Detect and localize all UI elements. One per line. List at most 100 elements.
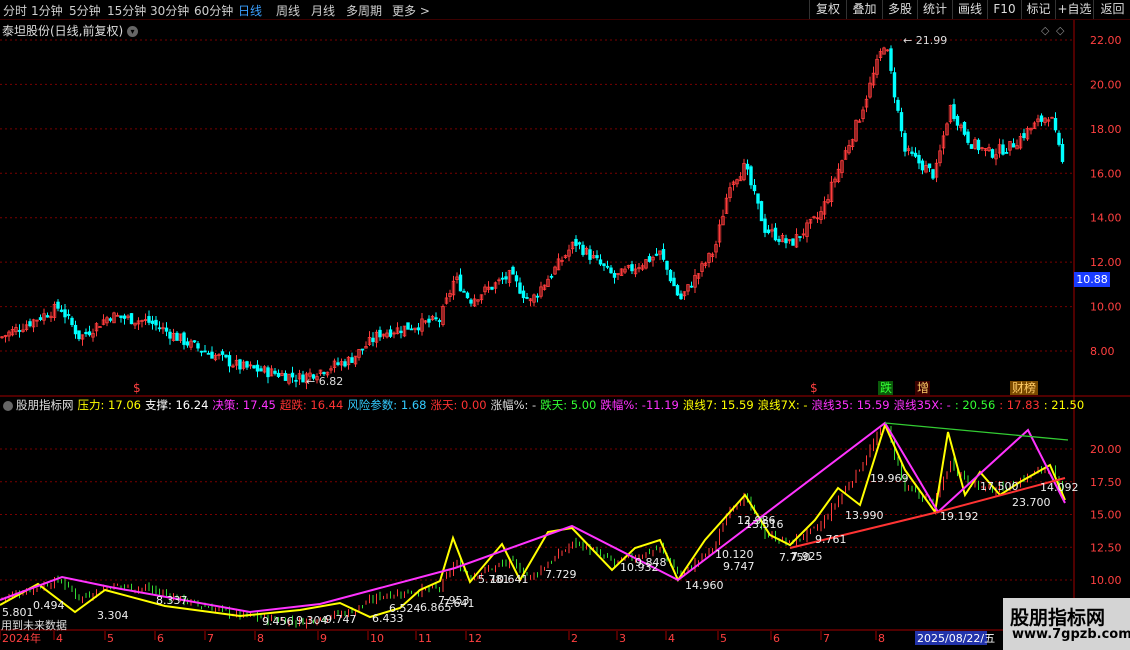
indicator-label-4: 9.456	[262, 615, 294, 628]
indicator-label-6: 9.747	[325, 613, 357, 626]
candle-body	[122, 315, 127, 319]
period-tab-0[interactable]: 分时	[3, 2, 27, 19]
candle-body	[598, 259, 603, 265]
candle-body	[791, 238, 795, 246]
high-price-label: ← 21.99	[903, 34, 947, 47]
candle-body	[63, 309, 67, 318]
candle-body	[255, 364, 260, 372]
candle-body	[343, 361, 347, 367]
candle-body	[595, 255, 599, 259]
event-marker-3: 增	[917, 381, 929, 395]
cursor-date: 2025/08/22/五	[917, 632, 995, 645]
candle-body	[84, 331, 88, 335]
candle-body	[672, 277, 676, 287]
candle-body	[920, 160, 925, 171]
settings-icon[interactable]	[3, 400, 13, 411]
toolbar-button-2[interactable]: 多股	[882, 0, 917, 19]
candle-body	[409, 328, 414, 331]
candle-body	[1022, 133, 1026, 139]
indicator-item-4: 风险参数: 1.68	[347, 398, 427, 412]
candle-body	[301, 374, 305, 383]
candle-body	[224, 354, 228, 358]
candle-body	[147, 316, 151, 323]
toolbar-button-6[interactable]: 标记	[1021, 0, 1055, 19]
candle-body	[350, 357, 354, 363]
candle-body	[1011, 143, 1016, 148]
resistance-trendline	[884, 422, 1069, 441]
candle-body	[675, 285, 680, 296]
indicator-label-21: 7.925	[791, 550, 823, 563]
candle-body	[336, 362, 340, 365]
chart-canvas[interactable]: 22.00 20.00 18.00 16.00 14.00 12.00 10.00 8.00 2…	[0, 20, 1130, 650]
date-tick-11: 3	[619, 632, 626, 645]
candle-body	[388, 329, 393, 337]
candle-body	[1001, 144, 1005, 155]
toolbar-button-8[interactable]: 返回	[1093, 0, 1130, 19]
candle-body	[605, 265, 610, 268]
candle-body	[98, 326, 102, 328]
candle-body	[56, 301, 60, 309]
indicator-item-15: : 21.50	[1043, 398, 1085, 412]
candle-body	[399, 330, 403, 334]
period-tab-9[interactable]: 多周期	[346, 2, 382, 19]
candle-body	[416, 327, 421, 331]
candle-body	[588, 249, 592, 260]
candle-body	[175, 332, 179, 341]
candle-body	[966, 131, 970, 143]
watermark-url: www.7gpzb.com	[1012, 627, 1130, 642]
candle-body	[73, 324, 78, 335]
indicator-label-14: 7.729	[545, 568, 577, 581]
toolbar-button-0[interactable]: 复权	[809, 0, 846, 19]
candle-body	[612, 272, 617, 278]
period-tab-1[interactable]: 1分钟	[31, 2, 63, 19]
candle-body	[689, 285, 694, 288]
indicator-item-14: : 17.83	[999, 398, 1040, 412]
indicator-item-11: 浪线35: 15.59	[811, 398, 890, 412]
watermark-title: 股朋指标网	[1010, 607, 1106, 629]
indicator-item-3: 超跌: 16.44	[279, 398, 344, 412]
toolbar-button-1[interactable]: 叠加	[846, 0, 882, 19]
candle-body	[168, 331, 172, 339]
toolbar-button-3[interactable]: 统计	[917, 0, 952, 19]
candle-body	[238, 359, 242, 370]
candle-body	[913, 152, 918, 157]
indicator-item-0: 压力: 17.06	[77, 398, 141, 412]
period-tab-4[interactable]: 30分钟	[150, 2, 189, 19]
event-marker-2: 跌	[880, 380, 892, 395]
event-marker-0: $	[133, 381, 141, 395]
candle-body	[910, 151, 914, 154]
period-tab-3[interactable]: 15分钟	[107, 2, 146, 19]
toolbar-button-4[interactable]: 画线	[952, 0, 987, 19]
indicator-label-5: 9.304	[296, 614, 328, 627]
indicator-name: 股朋指标网	[16, 398, 74, 412]
period-tab-7[interactable]: 周线	[276, 2, 300, 19]
toolbar-button-5[interactable]: F10	[987, 0, 1021, 19]
candle-body	[647, 256, 652, 262]
period-tab-10[interactable]: 更多 >	[392, 2, 430, 19]
candle-body	[427, 318, 431, 323]
period-tab-5[interactable]: 60分钟	[194, 2, 233, 19]
toolbar-button-7[interactable]: +自选	[1055, 0, 1093, 19]
price-tick-4: 14.00	[1090, 212, 1122, 225]
candle-body	[45, 315, 50, 318]
candle-body	[185, 341, 190, 346]
candle-body	[192, 340, 197, 343]
candle-body	[665, 260, 669, 270]
period-tab-8[interactable]: 月线	[311, 2, 335, 19]
candle-body	[38, 317, 43, 320]
indicator-item-1: 支撑: 16.24	[144, 398, 209, 412]
indicator-item-9: 浪线7: 15.59	[682, 398, 754, 412]
candle-body	[434, 317, 438, 320]
candle-body	[962, 121, 967, 135]
indicator-label-30: 14.092	[1040, 481, 1079, 494]
candle-body	[763, 218, 767, 233]
period-tab-6[interactable]: 日线	[238, 2, 262, 19]
candle-body	[759, 201, 764, 222]
candle-body	[360, 348, 365, 351]
period-tab-2[interactable]: 5分钟	[69, 2, 101, 19]
date-tick-4: 7	[207, 632, 214, 645]
candle-body	[630, 264, 634, 272]
candle-body	[1039, 115, 1044, 122]
indicator-item-8: 跌幅%: -11.19	[600, 398, 679, 412]
indicator-label-29: 23.700	[1012, 496, 1051, 509]
